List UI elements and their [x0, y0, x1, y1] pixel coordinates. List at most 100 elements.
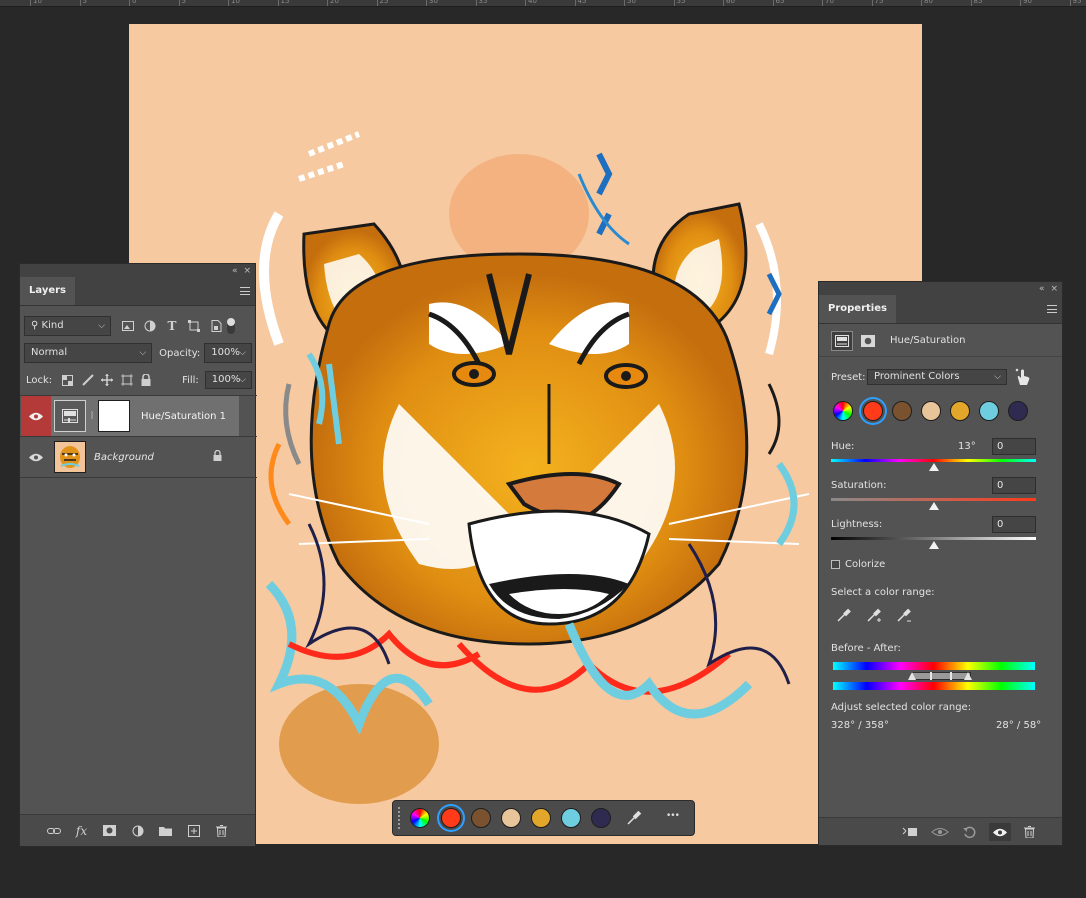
- ruler-tick: [822, 0, 823, 6]
- adjustment-layer-thumbnail[interactable]: [54, 400, 86, 432]
- ruler-label: 65: [775, 0, 785, 5]
- ruler-label: 60: [726, 0, 735, 5]
- chevron-down-icon[interactable]: ⌵: [239, 372, 246, 388]
- lock-all-icon[interactable]: [136, 374, 156, 386]
- fill-input[interactable]: 100% ⌵: [204, 371, 252, 389]
- collapse-icon[interactable]: «: [1039, 282, 1045, 296]
- lightness-slider-knob[interactable]: [928, 541, 939, 549]
- close-icon[interactable]: ×: [1050, 282, 1058, 296]
- color-range-selector[interactable]: [908, 672, 972, 680]
- eyedropper-icon[interactable]: [837, 608, 851, 625]
- clip-to-layer-icon[interactable]: [901, 823, 919, 841]
- link-layers-icon[interactable]: [45, 822, 63, 840]
- saturation-slider-knob[interactable]: [928, 502, 939, 510]
- visibility-eye-icon[interactable]: [989, 823, 1011, 841]
- close-icon[interactable]: ×: [243, 264, 251, 278]
- swatch-tan[interactable]: [501, 808, 521, 828]
- horizontal-ruler[interactable]: 10 5 0 5 10 15 20 25 30 35 40 45 50 55 60 65 70 75 80 85 90 9…: [0, 0, 1086, 7]
- saturation-slider-track[interactable]: [831, 498, 1036, 501]
- new-layer-icon[interactable]: [185, 822, 203, 840]
- swatch-tan[interactable]: [921, 401, 941, 421]
- layer-name[interactable]: Hue/Saturation 1: [141, 411, 226, 422]
- swatch-gold[interactable]: [531, 808, 551, 828]
- swatch-cyan[interactable]: [979, 401, 999, 421]
- blend-mode-select[interactable]: Normal ⌵: [24, 343, 153, 363]
- chevron-down-icon[interactable]: ⌵: [239, 344, 246, 362]
- layer-style-fx-icon[interactable]: fx: [73, 822, 91, 840]
- tab-layers[interactable]: Layers: [20, 277, 75, 305]
- layer-name[interactable]: Background: [94, 452, 154, 463]
- opacity-value: 100%: [211, 347, 240, 358]
- opacity-input[interactable]: 100% ⌵: [204, 343, 252, 363]
- ruler-tick: [871, 0, 873, 6]
- swatch-gold[interactable]: [950, 401, 970, 421]
- swatch-red[interactable]: [441, 808, 461, 828]
- type-layer-filter-icon[interactable]: T: [161, 319, 183, 333]
- lightness-input[interactable]: 0: [992, 516, 1036, 533]
- filter-kind-value: Kind: [41, 320, 64, 331]
- all-colors-swatch[interactable]: [833, 401, 853, 421]
- swatch-cyan[interactable]: [561, 808, 581, 828]
- hue-saturation-icon[interactable]: [831, 330, 853, 351]
- link-icon[interactable]: ⦚: [86, 411, 98, 422]
- tab-properties[interactable]: Properties: [819, 295, 896, 323]
- panel-menu-icon[interactable]: [1047, 305, 1057, 313]
- pixel-layer-filter-icon[interactable]: [117, 321, 139, 331]
- all-colors-swatch[interactable]: [410, 808, 430, 828]
- lock-image-pixels-icon[interactable]: [78, 374, 98, 386]
- lock-position-icon[interactable]: [97, 374, 117, 386]
- layer-mask-thumbnail[interactable]: [98, 400, 130, 432]
- preset-select[interactable]: Prominent Colors ⌵: [867, 369, 1007, 385]
- reset-icon[interactable]: [960, 823, 978, 841]
- eyedropper-add-icon[interactable]: [867, 608, 883, 627]
- add-mask-icon[interactable]: [101, 822, 119, 840]
- layers-panel-titlebar[interactable]: « ×: [20, 264, 255, 278]
- ruler-label: 95: [1072, 0, 1082, 5]
- eyedropper-icon[interactable]: [626, 810, 642, 829]
- swatch-brown[interactable]: [892, 401, 912, 421]
- range-right-handle[interactable]: [950, 672, 952, 680]
- lock-transparent-pixels-icon[interactable]: [58, 374, 78, 386]
- layer-row-hue-saturation[interactable]: ⦚ Hue/Saturation 1: [21, 396, 239, 436]
- smart-object-filter-icon[interactable]: [205, 320, 227, 332]
- new-group-folder-icon[interactable]: [157, 822, 175, 840]
- swatch-brown[interactable]: [471, 808, 491, 828]
- ruler-label: 15: [280, 0, 290, 5]
- properties-panel-titlebar[interactable]: « ×: [819, 282, 1062, 296]
- range-falloff-right-handle[interactable]: [964, 672, 972, 680]
- swatch-navy[interactable]: [1008, 401, 1028, 421]
- swatch-red[interactable]: [863, 401, 883, 421]
- filter-kind-select[interactable]: ⚲ Kind ⌵: [24, 316, 111, 336]
- collapse-icon[interactable]: «: [232, 264, 238, 278]
- ruler-label: 35: [478, 0, 488, 5]
- eyedropper-subtract-icon[interactable]: [897, 608, 913, 627]
- range-falloff-left-handle[interactable]: [908, 672, 916, 680]
- adjustment-layer-filter-icon[interactable]: [139, 320, 161, 332]
- search-icon: ⚲: [31, 320, 39, 331]
- range-left-handle[interactable]: [930, 672, 932, 680]
- lock-artboard-icon[interactable]: [117, 374, 137, 386]
- view-previous-state-icon[interactable]: [931, 823, 949, 841]
- shape-layer-filter-icon[interactable]: [183, 320, 205, 332]
- drag-handle[interactable]: [398, 807, 401, 829]
- filter-toggle-icon[interactable]: [227, 318, 235, 334]
- new-adjustment-layer-icon[interactable]: [129, 822, 147, 840]
- panel-menu-icon[interactable]: [240, 287, 250, 295]
- more-options-icon[interactable]: •••: [666, 811, 680, 821]
- colorize-checkbox[interactable]: [831, 560, 840, 569]
- hue-slider-knob[interactable]: [928, 463, 939, 471]
- swatch-navy[interactable]: [591, 808, 611, 828]
- saturation-input[interactable]: 0: [992, 477, 1036, 494]
- layer-visibility-toggle[interactable]: [21, 437, 51, 477]
- trash-icon[interactable]: [213, 822, 231, 840]
- trash-icon[interactable]: [1020, 823, 1038, 841]
- targeted-adjustment-hand-icon[interactable]: [1015, 368, 1031, 389]
- hue-slider-track[interactable]: [831, 459, 1036, 462]
- lightness-slider-track[interactable]: [831, 537, 1036, 540]
- mask-icon[interactable]: [858, 331, 878, 351]
- layer-visibility-toggle[interactable]: [21, 396, 51, 436]
- layer-row-background[interactable]: Background: [21, 437, 239, 477]
- hue-input[interactable]: 0: [992, 438, 1036, 455]
- background-layer-thumbnail[interactable]: [54, 441, 86, 473]
- range-left-value: 328° / 358°: [831, 720, 889, 731]
